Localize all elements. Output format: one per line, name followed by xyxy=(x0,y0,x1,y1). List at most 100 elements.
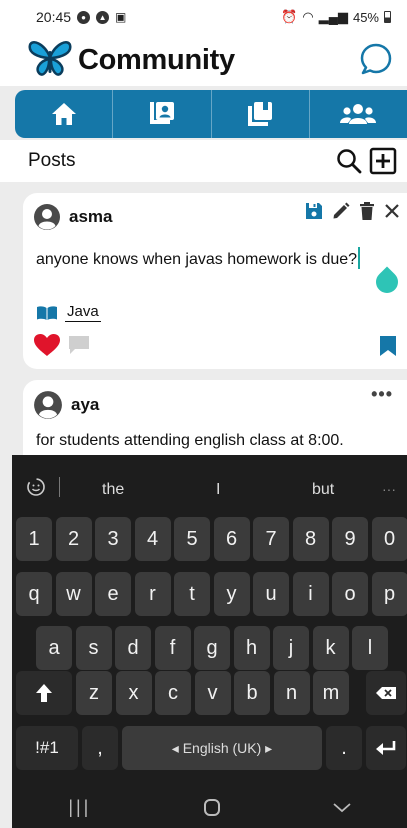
period-key[interactable]: . xyxy=(326,726,362,770)
number-key[interactable]: 1 xyxy=(16,517,52,561)
app-title: Community xyxy=(78,43,235,76)
post-author: asma xyxy=(33,203,112,231)
suggestion-2[interactable]: I xyxy=(216,481,220,499)
library-icon xyxy=(248,102,273,126)
shift-arrow-icon xyxy=(36,684,52,702)
letter-key[interactable]: o xyxy=(332,572,368,616)
text-selection-handle[interactable] xyxy=(371,266,403,298)
nav-tabs xyxy=(15,90,407,138)
number-key[interactable]: 4 xyxy=(134,517,171,561)
letter-key[interactable]: g xyxy=(194,626,230,670)
text-cursor xyxy=(358,247,361,269)
letter-key[interactable]: l xyxy=(352,626,388,670)
backspace-key[interactable] xyxy=(366,671,406,715)
letter-key[interactable]: q xyxy=(16,572,52,616)
number-key[interactable]: 5 xyxy=(174,517,210,561)
close-icon[interactable] xyxy=(383,202,401,220)
tab-contacts[interactable] xyxy=(113,90,212,138)
battery-icon xyxy=(384,11,391,23)
letter-key[interactable]: m xyxy=(313,671,349,715)
letter-key[interactable]: f xyxy=(154,626,191,670)
status-left: 20:45 ● ▲ ▣ xyxy=(36,9,126,25)
more-suggestions-icon[interactable]: ··· xyxy=(382,481,396,497)
author-name: asma xyxy=(69,207,113,226)
app-notification-icon: ▲ xyxy=(96,10,110,24)
letter-key[interactable]: t xyxy=(174,572,210,616)
home-icon xyxy=(51,103,76,125)
letter-key[interactable]: d xyxy=(115,626,151,670)
gallery-notification-icon: ▣ xyxy=(115,10,127,24)
contact-book-icon xyxy=(149,102,174,124)
search-icon[interactable] xyxy=(335,147,363,175)
message-notification-icon: ● xyxy=(77,10,91,24)
letter-key[interactable]: v xyxy=(194,671,231,715)
number-key[interactable]: 2 xyxy=(55,517,92,561)
recent-apps-icon[interactable]: ||| xyxy=(68,797,91,818)
heart-icon[interactable] xyxy=(33,333,61,357)
symbols-key[interactable]: !#1 xyxy=(16,726,78,770)
backspace-icon xyxy=(376,687,396,699)
post-text-editor[interactable]: anyone knows when javas homework is due? xyxy=(36,247,361,269)
signal-icon: ▂▄▆ xyxy=(318,9,348,24)
letter-key[interactable]: j xyxy=(273,626,309,670)
comment-icon[interactable] xyxy=(67,334,91,356)
book-icon xyxy=(37,305,57,320)
post-text: for students attending english class at … xyxy=(36,432,344,449)
edit-icon[interactable] xyxy=(331,201,351,221)
group-icon xyxy=(340,104,377,124)
author-name: aya xyxy=(71,395,100,414)
post-edit-tools xyxy=(304,201,401,221)
suggestion-3[interactable]: but xyxy=(312,481,334,499)
number-key[interactable]: 3 xyxy=(95,517,131,561)
enter-key[interactable] xyxy=(366,726,406,770)
tag-label: Java xyxy=(65,303,101,322)
letter-key[interactable]: h xyxy=(233,626,270,670)
letter-key[interactable]: c xyxy=(155,671,191,715)
letter-key[interactable]: b xyxy=(234,671,270,715)
alarm-icon: ⏰ xyxy=(281,9,298,24)
bookmark-icon[interactable] xyxy=(379,335,397,357)
suggestion-1[interactable]: the xyxy=(102,481,124,499)
suggestion-divider xyxy=(59,477,60,497)
letter-key[interactable]: e xyxy=(95,572,131,616)
tab-library[interactable] xyxy=(212,90,310,138)
save-icon[interactable] xyxy=(304,201,324,221)
number-key[interactable]: 0 xyxy=(371,517,407,561)
number-key[interactable]: 9 xyxy=(332,517,368,561)
chat-icon[interactable] xyxy=(359,42,393,81)
post-tag[interactable]: Java xyxy=(36,303,101,322)
letter-key[interactable]: w xyxy=(55,572,92,616)
post-reactions xyxy=(33,333,91,357)
letter-key[interactable]: r xyxy=(134,572,171,616)
letter-key[interactable]: y xyxy=(213,572,250,616)
number-key[interactable]: 7 xyxy=(253,517,289,561)
avatar-icon xyxy=(34,391,62,419)
emoji-sticker-icon[interactable] xyxy=(26,477,46,497)
more-options-icon[interactable]: ••• xyxy=(371,384,393,405)
delete-icon[interactable] xyxy=(358,201,376,221)
letter-key[interactable]: u xyxy=(253,572,289,616)
letter-key[interactable]: x xyxy=(115,671,152,715)
letter-key[interactable]: z xyxy=(76,671,112,715)
battery-level: 45% xyxy=(352,9,379,25)
letter-key[interactable]: k xyxy=(312,626,349,670)
back-chevron-icon[interactable] xyxy=(333,797,351,818)
letter-key[interactable]: a xyxy=(36,626,72,670)
number-key[interactable]: 8 xyxy=(292,517,329,561)
status-right: ⏰ ◠ ▂▄▆ 45% xyxy=(281,9,391,25)
shift-key[interactable] xyxy=(16,671,72,715)
home-button-icon[interactable] xyxy=(204,799,221,816)
letter-key[interactable]: n xyxy=(273,671,310,715)
enter-icon xyxy=(376,741,396,755)
tab-people[interactable] xyxy=(310,90,407,138)
number-key[interactable]: 6 xyxy=(213,517,250,561)
letter-key[interactable]: s xyxy=(75,626,112,670)
letter-key[interactable]: p xyxy=(371,572,407,616)
status-time: 20:45 xyxy=(36,9,72,25)
comma-key[interactable]: , xyxy=(82,726,118,770)
tab-home[interactable] xyxy=(15,90,114,138)
post-author: aya xyxy=(33,390,99,420)
add-post-icon[interactable] xyxy=(369,147,397,175)
space-key[interactable]: ◂ English (UK) ▸ xyxy=(122,726,322,770)
letter-key[interactable]: i xyxy=(292,572,329,616)
